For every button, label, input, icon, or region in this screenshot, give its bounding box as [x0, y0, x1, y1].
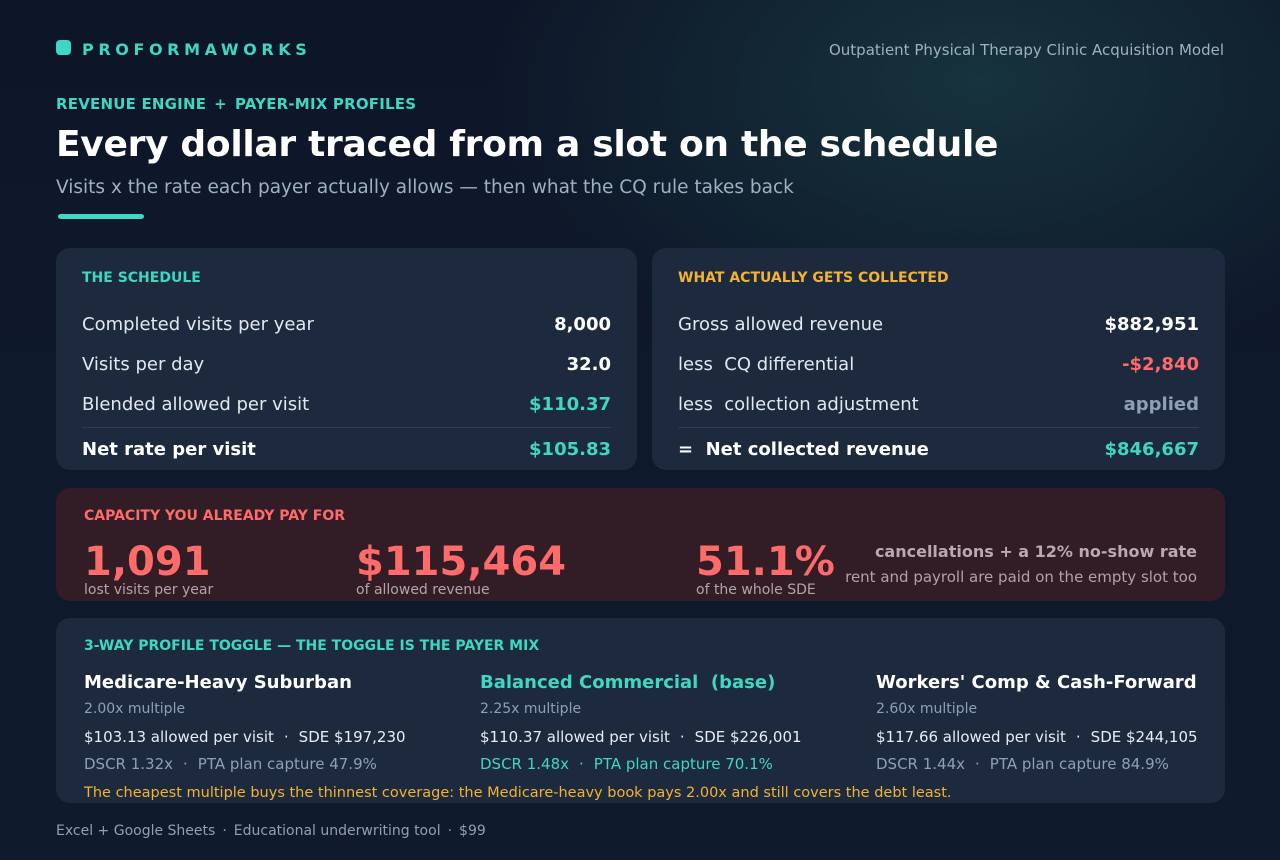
stat-value: $115,464 [356, 539, 567, 585]
capacity-note-line2: rent and payroll are paid on the empty s… [845, 568, 1197, 586]
footer-platform: Excel + Google Sheets [56, 823, 216, 839]
stat-caption: lost visits per year [84, 582, 214, 598]
brand-name: PROFORMAWORKS [82, 40, 312, 59]
accent-underline [58, 214, 144, 219]
separator-dot: · [1075, 728, 1081, 746]
page-subtitle: Visits x the rate each payer actually al… [56, 177, 794, 198]
profile-option-balanced-commercial[interactable]: Balanced Commercial (base) 2.25x multipl… [480, 672, 860, 773]
section-kicker: REVENUE ENGINE + PAYER-MIX PROFILES [56, 95, 416, 113]
profile-dscr-pta: DSCR 1.48x · PTA plan capture 70.1% [480, 755, 860, 773]
separator-dot: · [975, 755, 980, 773]
profile-dscr-pta: DSCR 1.32x · PTA plan capture 47.9% [84, 755, 464, 773]
row-label: Visits per day [82, 353, 205, 375]
row-label: less CQ differential [678, 353, 855, 375]
profile-sde: SDE $244,105 [1090, 728, 1198, 746]
collected-row-collection-adjustment: less collection adjustment applied [678, 384, 1199, 424]
profile-option-workers-comp[interactable]: Workers' Comp & Cash-Forward 2.60x multi… [876, 672, 1256, 773]
capacity-note: cancellations + a 12% no-show rate rent … [845, 542, 1197, 586]
footer-price: $99 [459, 823, 486, 839]
schedule-rows: Completed visits per year 8,000 Visits p… [82, 304, 611, 469]
profile-multiple: 2.60x multiple [876, 701, 978, 717]
profile-name: Workers' Comp & Cash-Forward [876, 672, 1197, 693]
separator-dot: · [222, 823, 227, 839]
row-value: $846,667 [1104, 438, 1199, 460]
capacity-stat-sde-share: 51.1% of the whole SDE [696, 540, 835, 598]
row-label: Completed visits per year [82, 313, 314, 335]
profile-allowed-sde: $103.13 allowed per visit · SDE $197,230 [84, 728, 464, 746]
row-value: applied [1123, 393, 1199, 415]
profile-toggle-card: 3-WAY PROFILE TOGGLE — THE TOGGLE IS THE… [56, 618, 1225, 803]
brand: PROFORMAWORKS [56, 40, 311, 59]
schedule-row-blended-allowed: Blended allowed per visit $110.37 [82, 384, 611, 424]
stat-value: 51.1% [696, 539, 835, 585]
capacity-card: CAPACITY YOU ALREADY PAY FOR 1,091 lost … [56, 488, 1225, 601]
row-label: Blended allowed per visit [82, 393, 310, 415]
profile-allowed-sde: $117.66 allowed per visit · SDE $244,105 [876, 728, 1256, 746]
kicker-revenue-engine: REVENUE ENGINE [56, 95, 207, 113]
profile-dscr: DSCR 1.44x [876, 755, 966, 773]
profile-pta: PTA plan capture 84.9% [989, 755, 1169, 773]
collected-row-gross: Gross allowed revenue $882,951 [678, 304, 1199, 344]
row-label: = Net collected revenue [678, 438, 929, 460]
row-value: $882,951 [1104, 313, 1199, 335]
profile-allowed-sde: $110.37 allowed per visit · SDE $226,001 [480, 728, 860, 746]
schedule-card-label: THE SCHEDULE [82, 270, 201, 286]
row-label: Gross allowed revenue [678, 313, 884, 335]
profile-allowed: $103.13 allowed per visit [84, 728, 274, 746]
profile-dscr: DSCR 1.32x [84, 755, 174, 773]
profile-pta: PTA plan capture 70.1% [593, 755, 773, 773]
separator-dot: · [579, 755, 584, 773]
profile-allowed: $110.37 allowed per visit [480, 728, 670, 746]
stat-caption: of the whole SDE [696, 582, 816, 598]
schedule-row-visits-day: Visits per day 32.0 [82, 344, 611, 384]
collected-rows: Gross allowed revenue $882,951 less CQ d… [678, 304, 1199, 469]
collected-card: WHAT ACTUALLY GETS COLLECTED Gross allow… [652, 248, 1225, 470]
separator-dot: · [447, 823, 453, 839]
profile-allowed: $117.66 allowed per visit [876, 728, 1066, 746]
row-value: 8,000 [554, 313, 611, 335]
capacity-note-line1: cancellations + a 12% no-show rate [874, 542, 1197, 561]
profile-dscr: DSCR 1.48x [480, 755, 570, 773]
profile-dscr-pta: DSCR 1.44x · PTA plan capture 84.9% [876, 755, 1256, 773]
profile-pta: PTA plan capture 47.9% [197, 755, 377, 773]
profile-option-medicare-heavy[interactable]: Medicare-Heavy Suburban 2.00x multiple $… [84, 672, 464, 773]
row-label: Net rate per visit [82, 438, 256, 460]
row-divider [82, 427, 611, 428]
row-label: less collection adjustment [678, 393, 919, 415]
schedule-row-net-rate: Net rate per visit $105.83 [82, 429, 611, 469]
capacity-stat-allowed-revenue: $115,464 of allowed revenue [356, 540, 566, 598]
stat-value: 1,091 [84, 539, 211, 585]
profile-sde: SDE $197,230 [298, 728, 406, 746]
row-value: $105.83 [529, 438, 611, 460]
profile-name: Medicare-Heavy Suburban [84, 672, 352, 693]
separator-dot: · [183, 755, 188, 773]
brand-logo-icon [56, 40, 71, 55]
separator-dot: · [283, 728, 289, 746]
capacity-card-label: CAPACITY YOU ALREADY PAY FOR [84, 508, 346, 524]
row-divider [678, 427, 1199, 428]
row-value: $110.37 [529, 393, 611, 415]
kicker-plus: + [214, 95, 227, 113]
profile-name: Balanced Commercial (base) [480, 672, 776, 693]
profile-toggle-footnote: The cheapest multiple buys the thinnest … [84, 785, 952, 801]
collected-row-cq-differential: less CQ differential -$2,840 [678, 344, 1199, 384]
profile-toggle-label: 3-WAY PROFILE TOGGLE — THE TOGGLE IS THE… [84, 638, 540, 654]
row-value: -$2,840 [1122, 353, 1199, 375]
row-value: 32.0 [566, 353, 611, 375]
document-title: Outpatient Physical Therapy Clinic Acqui… [828, 41, 1224, 59]
profile-multiple: 2.00x multiple [84, 701, 186, 717]
separator-dot: · [679, 728, 685, 746]
footer-tool-type: Educational underwriting tool [233, 823, 441, 839]
profile-sde: SDE $226,001 [694, 728, 802, 746]
schedule-card: THE SCHEDULE Completed visits per year 8… [56, 248, 637, 470]
footer: Excel + Google Sheets · Educational underw… [56, 823, 486, 839]
schedule-row-visits-year: Completed visits per year 8,000 [82, 304, 611, 344]
kicker-payer-mix: PAYER-MIX PROFILES [234, 95, 417, 113]
profile-multiple: 2.25x multiple [480, 701, 582, 717]
collected-row-net: = Net collected revenue $846,667 [678, 429, 1199, 469]
collected-card-label: WHAT ACTUALLY GETS COLLECTED [678, 270, 949, 286]
page-title: Every dollar traced from a slot on the s… [56, 124, 999, 165]
capacity-stat-lost-visits: 1,091 lost visits per year [84, 540, 213, 598]
